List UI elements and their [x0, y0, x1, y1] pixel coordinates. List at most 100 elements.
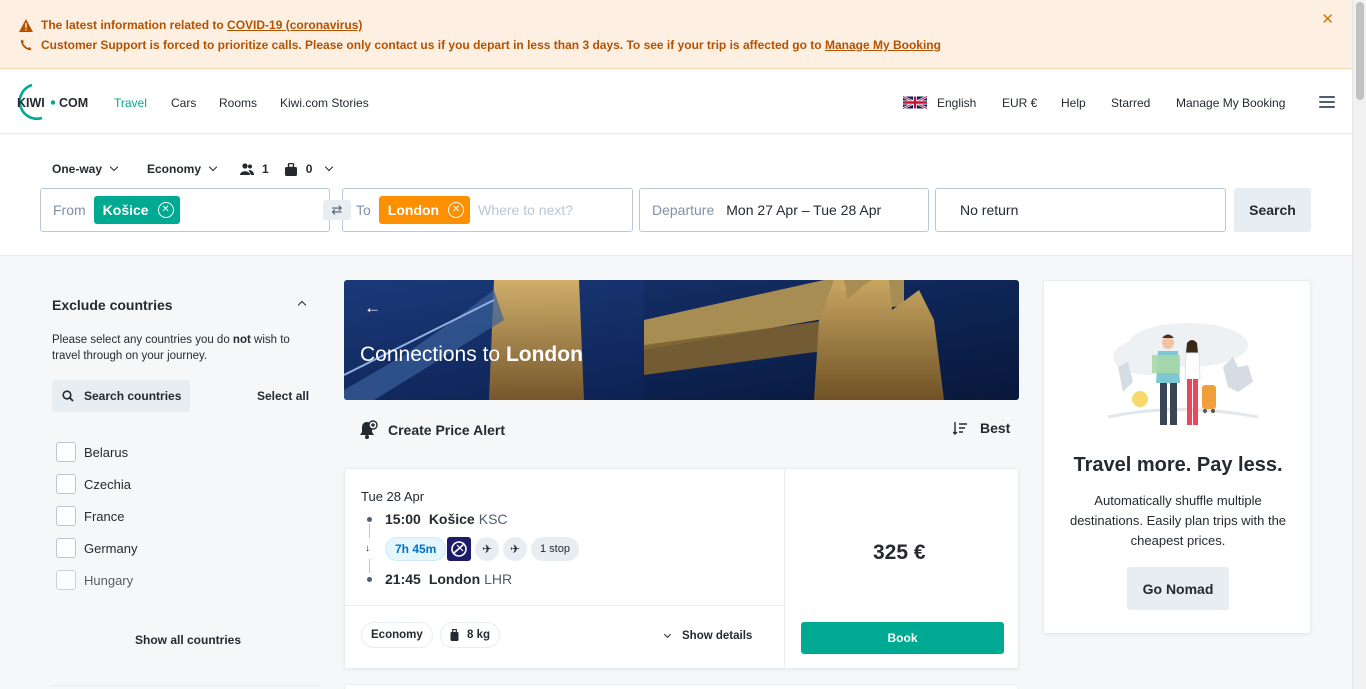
- timeline-line: [369, 524, 370, 538]
- destination-hero: ← Connections to London: [344, 280, 1019, 400]
- bag-count: 0: [305, 162, 313, 176]
- destination-input[interactable]: Where to next?: [478, 202, 573, 218]
- covid-alert-banner: The latest information related to COVID-…: [0, 0, 1352, 69]
- flight-result-card[interactable]: Tue 28 Apr ↓ 15:00 Košice KSC 7h 45m ✈ ✈…: [344, 468, 1019, 669]
- arrival-code: LHR: [484, 571, 513, 587]
- nomad-title: Travel more. Pay less.: [1073, 454, 1283, 476]
- nav-manage-booking[interactable]: Manage My Booking: [1176, 96, 1285, 110]
- arrival-city: London: [428, 571, 481, 587]
- passenger-count: 1: [262, 162, 269, 176]
- nav-cars[interactable]: Cars: [171, 96, 196, 110]
- chevron-down-icon: [208, 162, 218, 172]
- banner-manage-booking-link[interactable]: Manage My Booking: [825, 38, 941, 52]
- chevron-down-icon: [109, 162, 119, 172]
- timeline-dot: [367, 577, 372, 582]
- cabin-class-tag: Economy: [361, 622, 433, 648]
- baggage-weight: 8 kg: [467, 629, 491, 641]
- search-countries-button[interactable]: Search countries: [52, 380, 190, 412]
- hero-title-prefix: Connections to: [360, 343, 506, 366]
- currency-selector[interactable]: EUR €: [1002, 96, 1037, 110]
- top-navigation: KIWI COM Travel Cars Rooms Kiwi.com Stor…: [0, 70, 1352, 134]
- departure-field[interactable]: Departure Mon 27 Apr – Tue 28 Apr: [639, 188, 929, 232]
- trip-type-dropdown[interactable]: One-way: [52, 162, 119, 176]
- nav-starred[interactable]: Starred: [1111, 96, 1150, 110]
- checkbox[interactable]: [56, 570, 76, 590]
- origin-chip[interactable]: Košice ✕: [93, 196, 180, 224]
- swap-icon[interactable]: ⇄: [323, 200, 351, 220]
- search-countries-label: Search countries: [84, 389, 182, 403]
- nav-travel[interactable]: Travel: [114, 96, 147, 110]
- flight-result-card[interactable]: [344, 684, 1019, 689]
- chevron-down-icon: [663, 630, 672, 638]
- departure-code: KSC: [478, 511, 508, 527]
- show-all-countries-link[interactable]: Show all countries: [135, 633, 241, 647]
- uk-flag-icon[interactable]: [903, 96, 927, 109]
- passengers-bags-dropdown[interactable]: 1 0: [240, 162, 334, 176]
- page-scrollbar[interactable]: [1352, 0, 1366, 689]
- desc-part: Please select any countries you do: [52, 334, 233, 346]
- banner-covid-text: The latest information related to: [41, 18, 228, 32]
- country-checkbox-france[interactable]: France: [56, 506, 124, 526]
- show-details-button[interactable]: Show details: [663, 630, 752, 642]
- timeline-dot: [367, 517, 372, 522]
- nav-stories[interactable]: Kiwi.com Stories: [280, 96, 369, 110]
- checkbox[interactable]: [56, 538, 76, 558]
- duration-badge: 7h 45m: [385, 537, 447, 561]
- to-field[interactable]: To London ✕ Where to next?: [342, 188, 633, 232]
- scrollbar-thumb[interactable]: [1356, 2, 1364, 100]
- checkbox[interactable]: [56, 506, 76, 526]
- back-arrow-icon[interactable]: ←: [364, 298, 381, 318]
- airline-logo-icon: [447, 537, 471, 561]
- return-field[interactable]: No return: [935, 188, 1226, 232]
- arrival-time: 21:45: [385, 571, 421, 587]
- remove-origin-icon[interactable]: ✕: [157, 202, 174, 218]
- from-field[interactable]: From Košice ✕: [40, 188, 330, 232]
- divider: [784, 469, 785, 669]
- banner-row-support: Customer Support is forced to prioritize…: [18, 37, 941, 53]
- country-checkbox-belarus[interactable]: Belarus: [56, 442, 128, 462]
- travelers-illustration: [1107, 323, 1259, 425]
- to-label: To: [356, 202, 371, 218]
- arrow-down-icon: ↓: [365, 543, 370, 554]
- create-price-alert-button[interactable]: Create Price Alert: [358, 420, 505, 440]
- plane-icon: ✈: [503, 537, 527, 561]
- country-checkbox-czechia[interactable]: Czechia: [56, 474, 131, 494]
- trip-type-label: One-way: [52, 162, 103, 176]
- divider: [52, 685, 320, 686]
- bag-icon: [284, 162, 297, 176]
- select-all-link[interactable]: Select all: [257, 389, 309, 403]
- nav-rooms[interactable]: Rooms: [219, 96, 257, 110]
- country-label: Hungary: [84, 572, 134, 588]
- covid-info-link[interactable]: COVID-19 (coronavirus): [227, 18, 362, 32]
- chevron-up-icon[interactable]: [297, 300, 307, 310]
- search-button[interactable]: Search: [1234, 188, 1311, 232]
- remove-destination-icon[interactable]: ✕: [448, 202, 465, 218]
- checkbox[interactable]: [56, 442, 76, 462]
- destination-chip[interactable]: London ✕: [378, 196, 471, 224]
- country-label: France: [84, 508, 125, 524]
- origin-chip-label: Košice: [102, 202, 149, 218]
- country-checkbox-germany[interactable]: Germany: [56, 538, 137, 558]
- go-nomad-button[interactable]: Go Nomad: [1127, 567, 1229, 610]
- book-button[interactable]: Book: [801, 622, 1004, 654]
- cabin-class-dropdown[interactable]: Economy: [147, 162, 218, 176]
- sort-dropdown[interactable]: Best: [953, 420, 1010, 436]
- exclude-countries-title: Exclude countries: [52, 297, 173, 313]
- kiwi-logo[interactable]: KIWI COM: [10, 82, 94, 122]
- country-checkbox-hungary[interactable]: Hungary: [56, 570, 133, 590]
- checkbox[interactable]: [56, 474, 76, 494]
- timeline-line: [369, 559, 370, 573]
- departure-label: Departure: [652, 202, 715, 218]
- language-selector[interactable]: English: [937, 96, 976, 110]
- chevron-down-icon: [325, 162, 334, 172]
- hero-title: Connections to London: [360, 343, 583, 367]
- departure-city: Košice: [428, 511, 475, 527]
- menu-icon[interactable]: [1319, 96, 1335, 108]
- flight-date: Tue 28 Apr: [361, 489, 425, 504]
- divider: [345, 605, 784, 606]
- close-icon[interactable]: ✕: [1321, 10, 1334, 28]
- hero-title-city: London: [505, 343, 583, 366]
- nomad-promo-card: Travel more. Pay less. Automatically shu…: [1043, 280, 1311, 634]
- nav-help[interactable]: Help: [1061, 96, 1086, 110]
- departure-time: 15:00: [385, 511, 421, 527]
